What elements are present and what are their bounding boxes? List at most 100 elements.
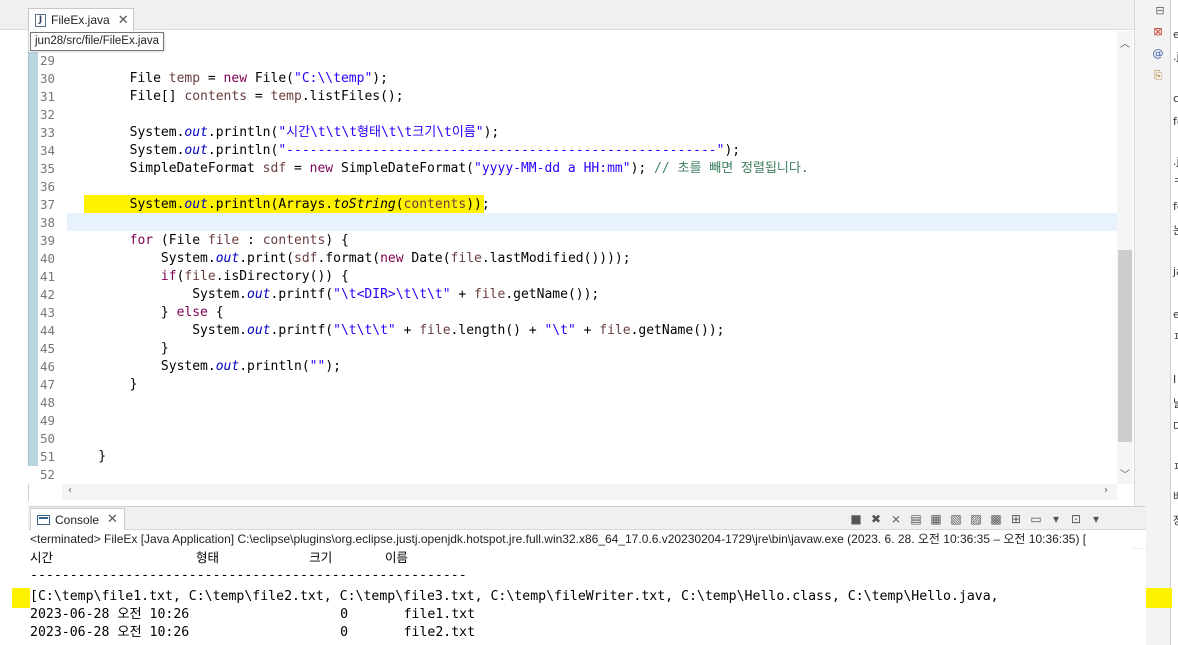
console-header: 시간 형태 크기 이름 (30, 550, 408, 565)
declaration-icon[interactable]: ⎘ (1152, 70, 1164, 82)
line-number: 35 (40, 161, 56, 176)
line-number: 38 (40, 215, 56, 230)
code-line-51: } (67, 449, 107, 464)
remove-launch-icon[interactable]: ✖ (868, 511, 884, 527)
right-panel-char: .j (1173, 50, 1178, 63)
right-panel-char: 다 (1173, 418, 1178, 434)
editor-tab-strip (0, 0, 1146, 30)
code-line-45: } (67, 341, 169, 356)
code-line-44: System.out.printf("\t\t\t" + file.length… (67, 323, 725, 338)
display-console-icon[interactable]: ▭ (1028, 511, 1044, 527)
right-panel-char: e (1173, 28, 1178, 41)
code-line-46: System.out.println(""); (67, 359, 341, 374)
open-console-icon[interactable]: ⊡ (1068, 511, 1084, 527)
line-number: 29 (40, 53, 56, 68)
line-number: 34 (40, 143, 56, 158)
code-line-41: if(file.isDirectory()) { (160, 269, 349, 284)
tab-label: FileEx.java (51, 13, 110, 27)
code-line-30: File temp = new File("C:\\temp"); (67, 71, 388, 86)
right-panel-char: 장 (1173, 512, 1178, 528)
line-number: 45 (40, 341, 56, 356)
code-line-33: System.out.println("시간\t\t\t형태\t\t크기\t이름… (67, 125, 500, 140)
line-number: 36 (40, 179, 56, 194)
line-number: 33 (40, 125, 56, 140)
code-text[interactable]: File temp = new File("C:\\temp"); File[]… (67, 52, 1117, 484)
line-number: 52 (40, 467, 56, 482)
line-number: 40 (40, 251, 56, 266)
line-number: 31 (40, 89, 56, 104)
console-dashes: ----------------------------------------… (30, 568, 467, 583)
code-line-37: System.out.println(Arrays.toString(conte… (67, 197, 490, 212)
right-panel-char: .j (1173, 155, 1178, 168)
console-array-line: [C:\temp\file1.txt, C:\temp\file2.txt, C… (30, 589, 999, 604)
right-panel-char: e. (1173, 308, 1178, 321)
scroll-left-arrow-icon[interactable]: ‹ (68, 485, 72, 496)
code-line-40: System.out.print(sdf.format(new Date(fil… (67, 251, 631, 266)
line-number: 50 (40, 431, 56, 446)
code-line-47: } (67, 377, 138, 392)
line-number: 44 (40, 323, 56, 338)
console-row: 2023-06-28 오전 10:26 0 file1.txt (30, 607, 476, 622)
code-line-34: System.out.println("--------------------… (67, 143, 741, 158)
line-number: 47 (40, 377, 56, 392)
right-panel-char: fo (1173, 200, 1178, 213)
tab-console[interactable]: Console ✕ (30, 508, 125, 530)
close-console-icon[interactable]: ✕ (107, 512, 118, 527)
word-wrap-icon[interactable]: ▧ (948, 511, 964, 527)
right-panel-char: 배 (1173, 488, 1178, 504)
code-line-43: } else { (67, 305, 224, 320)
scroll-up-arrow-icon[interactable]: ︿ (1120, 35, 1130, 50)
scroll-lock-icon[interactable]: ▦ (928, 511, 944, 527)
console-output[interactable]: 시간 형태 크기 이름 ----------------------------… (30, 549, 1146, 645)
javadoc-icon[interactable]: @ (1152, 48, 1164, 60)
chevron-down-icon[interactable]: ▾ (1048, 511, 1064, 527)
view-menu-icon[interactable]: ▾ (1088, 511, 1104, 527)
right-panel-char: fo (1173, 115, 1178, 128)
pin-console-icon[interactable]: ⊞ (1008, 511, 1024, 527)
tab-fileex-java[interactable]: J FileEx.java ✕ (28, 8, 134, 31)
file-path-tooltip: jun28/src/file/FileEx.java (30, 32, 164, 51)
terminate-icon[interactable]: ■ (848, 511, 864, 527)
clear-console-icon[interactable]: ▤ (908, 511, 924, 527)
close-tab-icon[interactable]: ✕ (118, 13, 129, 28)
code-line-39: for (File file : contents) { (129, 233, 349, 248)
console-icon (37, 514, 50, 525)
show-stderr-icon[interactable]: ▩ (988, 511, 1004, 527)
change-ruler (28, 52, 38, 484)
line-number-gutter: 29 30 31 32 33 34 35 36 37 38 39 40 41 42 43 44 45 46 47 48… (39, 52, 59, 484)
remove-all-icon[interactable]: ⨯ (888, 511, 904, 527)
right-panel-char: ja (1173, 265, 1178, 278)
line-number: 43 (40, 305, 56, 320)
code-line-42: System.out.printf("\t<DIR>\t\t\t" + file… (67, 287, 600, 302)
horizontal-scrollbar[interactable] (62, 484, 1117, 500)
console-toolbar: ■ ✖ ⨯ ▤ ▦ ▧ ▨ ▩ ⊞ ▭ ▾ ⊡ ▾ (848, 510, 1104, 528)
scroll-right-arrow-icon[interactable]: › (1104, 485, 1108, 496)
right-panel-edge: e.jclfo.jㅋfo논jae.ㅍI날다ㅍ배장 (1170, 0, 1178, 645)
terminated-status: <terminated> FileEx [Java Application] C… (30, 530, 1146, 548)
right-panel-char: I (1173, 373, 1177, 386)
line-number: 48 (40, 395, 56, 410)
scroll-down-arrow-icon[interactable]: ﹀ (1120, 466, 1130, 481)
show-stdout-icon[interactable]: ▨ (968, 511, 984, 527)
right-panel-char: ㅍ (1173, 328, 1178, 344)
line-number: 30 (40, 71, 56, 86)
right-panel-char: ㅍ (1173, 458, 1178, 474)
console-row: 2023-06-28 오전 10:26 0 file2.txt (30, 625, 476, 640)
right-panel-char: 날 (1173, 395, 1178, 411)
problems-icon[interactable]: ⊠ (1152, 26, 1164, 38)
vertical-scroll-thumb[interactable] (1118, 250, 1132, 442)
restore-icon[interactable]: ⊟ (1154, 5, 1166, 17)
line-number: 39 (40, 233, 56, 248)
console-tab-label: Console (55, 512, 100, 527)
code-line-31: File[] contents = temp.listFiles(); (67, 89, 404, 104)
line-number: 46 (40, 359, 56, 374)
line-number: 41 (40, 269, 56, 284)
code-line-35: SimpleDateFormat sdf = new SimpleDateFor… (67, 161, 809, 176)
